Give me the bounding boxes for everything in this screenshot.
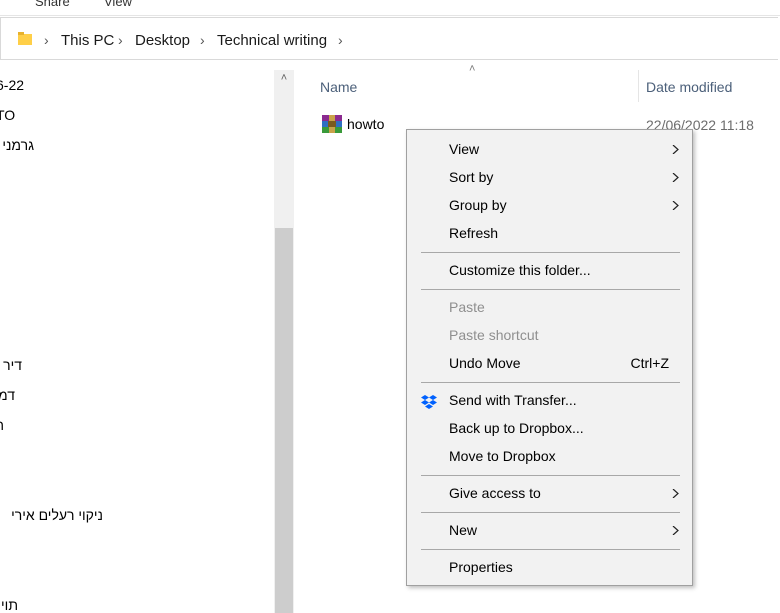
navigation-pane: 6-22 TO גרמני דיר דמ ה ניקוי רעלים אירי …: [0, 70, 274, 613]
nav-item[interactable]: ניקוי רעלים אירי: [11, 507, 103, 523]
keyboard-shortcut: Ctrl+Z: [630, 355, 670, 371]
ribbon-tabs: Share View: [0, 0, 780, 16]
breadcrumb-separator-icon[interactable]: ›: [338, 32, 343, 48]
column-header-name[interactable]: Name: [320, 79, 357, 112]
menu-separator: [421, 475, 680, 476]
menu-item-properties[interactable]: Properties: [407, 554, 692, 582]
breadcrumb-separator-icon[interactable]: ›: [44, 32, 49, 48]
nav-item[interactable]: 6-22: [0, 77, 24, 93]
menu-item-label: View: [449, 141, 480, 157]
breadcrumb-this-pc[interactable]: This PC: [61, 32, 114, 49]
menu-item-paste: Paste: [407, 294, 692, 322]
winrar-archive-icon: [322, 115, 342, 133]
menu-item-sort-by[interactable]: Sort by: [407, 164, 692, 192]
chevron-right-icon: [672, 145, 679, 154]
menu-item-paste-shortcut: Paste shortcut: [407, 322, 692, 350]
menu-item-label: Undo Move: [449, 355, 521, 371]
menu-item-give-access[interactable]: Give access to: [407, 480, 692, 508]
menu-item-refresh[interactable]: Refresh: [407, 220, 692, 248]
chevron-up-icon[interactable]: ˄: [278, 72, 290, 86]
menu-item-label: Send with Transfer...: [449, 392, 577, 408]
menu-item-label: Give access to: [449, 485, 541, 501]
menu-item-undo-move[interactable]: Undo Move Ctrl+Z: [407, 350, 692, 378]
menu-item-move-dropbox[interactable]: Move to Dropbox: [407, 443, 692, 471]
menu-item-view[interactable]: View: [407, 136, 692, 164]
context-menu: View Sort by Group by Refresh Customize …: [406, 129, 693, 586]
menu-item-label: Sort by: [449, 169, 494, 185]
menu-item-send-with-transfer[interactable]: Send with Transfer...: [407, 387, 692, 415]
chevron-right-icon: [672, 526, 679, 535]
nav-item[interactable]: ה: [0, 417, 4, 433]
menu-item-label: Customize this folder...: [449, 262, 591, 278]
menu-separator: [421, 289, 680, 290]
tab-share[interactable]: Share: [35, 0, 70, 9]
chevron-right-icon: [672, 201, 679, 210]
menu-item-label: Group by: [449, 197, 507, 213]
menu-separator: [421, 382, 680, 383]
chevron-right-icon: [672, 489, 679, 498]
menu-item-group-by[interactable]: Group by: [407, 192, 692, 220]
nav-scrollbar[interactable]: ˄: [274, 70, 294, 613]
folder-icon: [18, 32, 32, 45]
menu-separator: [421, 512, 680, 513]
nav-item[interactable]: דיר: [3, 357, 22, 373]
menu-separator: [421, 252, 680, 253]
scrollbar-thumb[interactable]: [275, 228, 293, 613]
menu-item-label: Paste: [449, 299, 485, 315]
nav-item[interactable]: גרמני: [2, 137, 34, 153]
tab-view[interactable]: View: [104, 0, 132, 9]
menu-item-label: Properties: [449, 559, 513, 575]
menu-item-label: Refresh: [449, 225, 499, 241]
menu-item-label: Paste shortcut: [449, 327, 539, 343]
menu-item-new[interactable]: New: [407, 517, 692, 545]
dropbox-icon: [421, 395, 437, 409]
file-name[interactable]: howto: [347, 116, 384, 132]
nav-item[interactable]: TO: [0, 107, 15, 123]
column-divider[interactable]: [638, 70, 639, 102]
breadcrumb-separator-icon[interactable]: ›: [200, 32, 205, 48]
address-bar[interactable]: › This PC › Desktop › Technical writing …: [0, 17, 778, 60]
menu-item-label: Back up to Dropbox...: [449, 420, 584, 436]
breadcrumb-technical-writing[interactable]: Technical writing: [217, 32, 327, 49]
nav-item[interactable]: דמ: [0, 387, 15, 403]
breadcrumb-separator-icon[interactable]: ›: [118, 32, 123, 48]
breadcrumb-desktop[interactable]: Desktop: [135, 32, 190, 49]
sort-ascending-icon: ˄: [469, 63, 476, 75]
menu-item-customize-folder[interactable]: Customize this folder...: [407, 257, 692, 285]
column-header-date-modified[interactable]: Date modified: [646, 79, 732, 112]
nav-item[interactable]: תוי: [1, 597, 18, 613]
menu-separator: [421, 549, 680, 550]
menu-item-backup-dropbox[interactable]: Back up to Dropbox...: [407, 415, 692, 443]
menu-item-label: Move to Dropbox: [449, 448, 556, 464]
menu-item-label: New: [449, 522, 478, 538]
chevron-right-icon: [672, 173, 679, 182]
